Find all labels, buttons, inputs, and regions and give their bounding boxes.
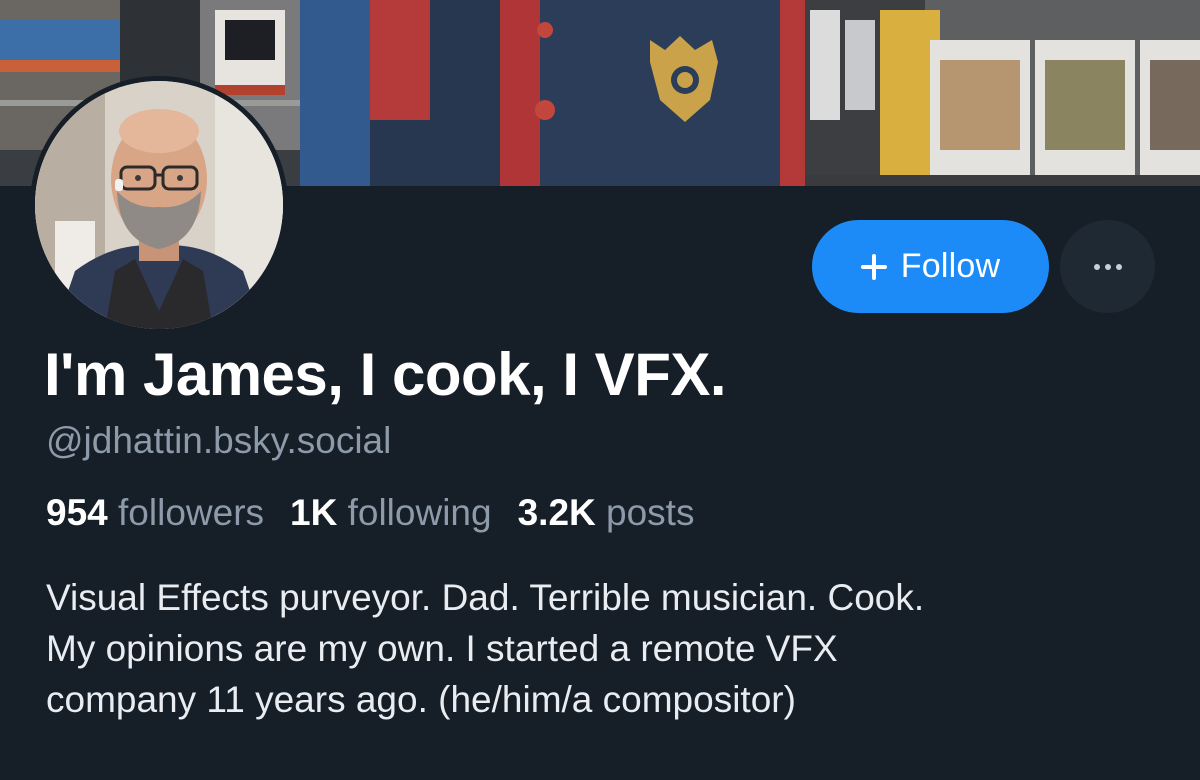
following-stat[interactable]: 1K following (290, 492, 492, 534)
following-count: 1K (290, 492, 338, 533)
display-name: I'm James, I cook, I VFX. (44, 341, 727, 408)
bio-line: company 11 years ago. (he/him/a composit… (46, 679, 796, 720)
follow-button[interactable]: Follow (812, 220, 1049, 313)
profile-bio: Visual Effects purveyor. Dad. Terrible m… (46, 572, 1166, 725)
follow-button-label: Follow (900, 247, 1001, 285)
profile-page: Follow I'm James, I cook, I VFX. @jdhatt… (0, 0, 1200, 780)
posts-count: 3.2K (517, 492, 596, 533)
bio-line: Visual Effects purveyor. Dad. Terrible m… (46, 577, 925, 618)
posts-label: posts (606, 492, 695, 533)
profile-stats: 954 followers 1K following 3.2K posts (46, 492, 694, 534)
posts-stat: 3.2K posts (518, 492, 695, 534)
avatar[interactable] (30, 76, 288, 334)
followers-stat[interactable]: 954 followers (46, 492, 264, 534)
following-label: following (347, 492, 492, 533)
more-options-button[interactable] (1060, 220, 1155, 313)
followers-label: followers (118, 492, 265, 533)
profile-photo (35, 81, 283, 329)
bio-line: My opinions are my own. I started a remo… (46, 628, 838, 669)
followers-count: 954 (46, 492, 108, 533)
handle: @jdhattin.bsky.social (46, 420, 392, 461)
plus-icon (860, 253, 887, 280)
ellipsis-icon (1093, 263, 1122, 270)
